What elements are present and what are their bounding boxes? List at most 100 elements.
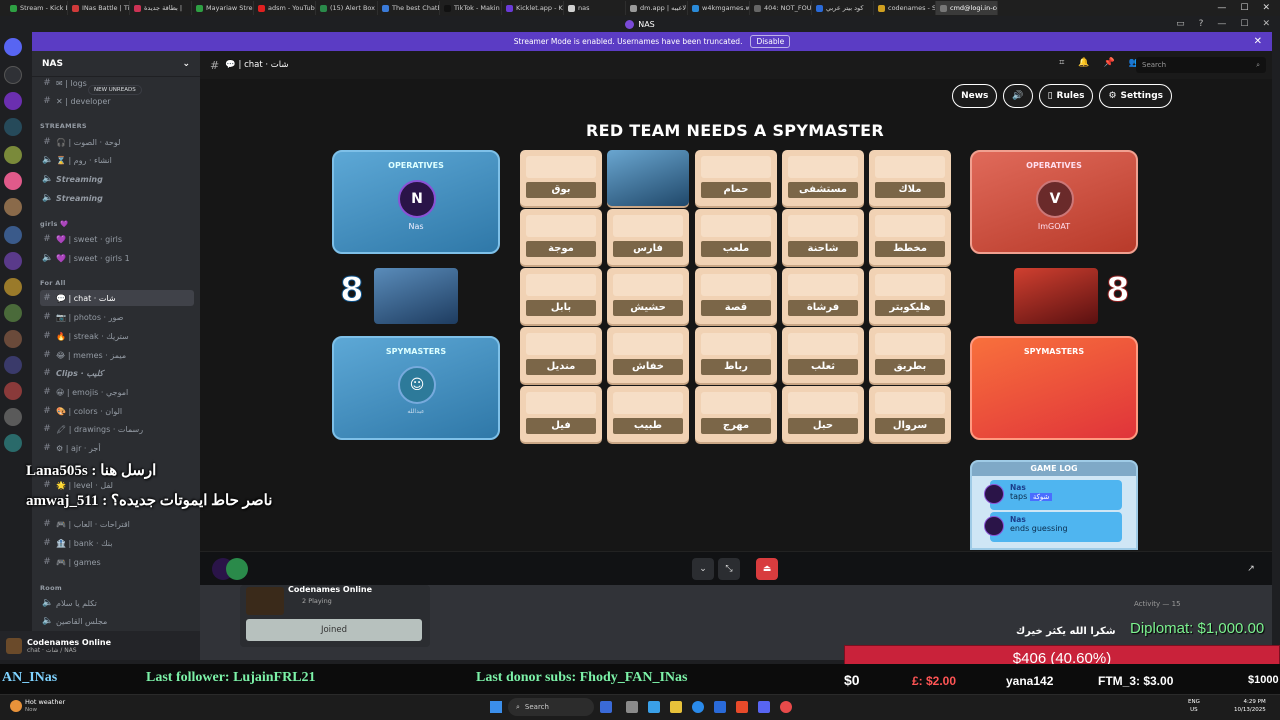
threads-icon[interactable]: ⌗: [1059, 58, 1064, 68]
channel-streak[interactable]: # 🔥 | streak · ستريك: [40, 328, 194, 344]
word-card[interactable]: منديل: [520, 327, 602, 383]
word-card[interactable]: فيل: [520, 386, 602, 442]
maximize-icon[interactable]: ☐: [1240, 19, 1248, 29]
word-card[interactable]: سروال: [869, 386, 951, 442]
channel-ajr[interactable]: # ⚙ | ajr · أجر: [40, 440, 194, 456]
search-input[interactable]: Search ⌕: [1136, 57, 1266, 73]
taskbar-app-icon[interactable]: [692, 701, 704, 713]
word-card[interactable]: مستشفى: [782, 150, 864, 206]
voice-channel[interactable]: 🔈 تكلم يا سلام: [40, 595, 194, 611]
category-streamers[interactable]: STREAMERS: [40, 122, 87, 130]
discord-home-icon[interactable]: [4, 38, 22, 56]
server-icon[interactable]: [4, 118, 22, 136]
server-icon[interactable]: [4, 198, 22, 216]
word-card[interactable]: حمام: [695, 150, 777, 206]
minimize-icon[interactable]: —: [1217, 19, 1226, 29]
channel-developer[interactable]: # ✕ | developer: [40, 93, 194, 109]
server-icon[interactable]: [4, 278, 22, 296]
maximize-button[interactable]: ☐: [1240, 3, 1248, 13]
word-card[interactable]: هليكوبتر: [869, 268, 951, 324]
blue-operatives-panel[interactable]: OPERATIVES N Nas: [332, 150, 500, 254]
word-card[interactable]: طبيب: [607, 386, 689, 442]
minimize-button[interactable]: —: [1217, 3, 1226, 13]
sound-button[interactable]: 🔊: [1003, 84, 1033, 108]
new-unreads-badge[interactable]: NEW UNREADS: [88, 85, 142, 95]
taskbar-app-icon[interactable]: [736, 701, 748, 713]
inbox-icon[interactable]: ▭: [1176, 19, 1185, 29]
word-card[interactable]: ثعلب: [782, 327, 864, 383]
browser-tab[interactable]: codenames - S: [874, 1, 936, 15]
rules-button[interactable]: ▯ Rules: [1038, 84, 1094, 108]
settings-button[interactable]: ⚙ Settings: [1099, 84, 1172, 108]
language-indicator[interactable]: ENG US: [1188, 698, 1200, 714]
browser-tab[interactable]: 404: NOT_FOU: [750, 1, 812, 15]
server-icon[interactable]: [4, 330, 22, 348]
word-card[interactable]: فارس: [607, 209, 689, 265]
server-icon[interactable]: [4, 66, 22, 84]
word-card[interactable]: مخطط: [869, 209, 951, 265]
taskbar-app-icon[interactable]: [758, 701, 770, 713]
channel-emojis[interactable]: # 😀 | emojis · اموجي: [40, 384, 194, 400]
server-icon[interactable]: [4, 146, 22, 164]
pin-icon[interactable]: 📌: [1104, 58, 1115, 68]
category-girls[interactable]: girls 💜: [40, 220, 69, 228]
server-icon[interactable]: [4, 226, 22, 244]
red-operatives-panel[interactable]: OPERATIVES V ImGOAT: [970, 150, 1138, 254]
browser-tab[interactable]: TikTok - Makin: [440, 1, 502, 15]
revealed-blue-card[interactable]: [607, 150, 689, 206]
word-card[interactable]: بوق: [520, 150, 602, 206]
taskbar-app-icon[interactable]: [600, 701, 612, 713]
word-card[interactable]: بطريق: [869, 327, 951, 383]
server-icon[interactable]: [4, 252, 22, 270]
channel-colors[interactable]: # 🎨 | colors · الوان: [40, 403, 194, 419]
windows-start-icon[interactable]: [490, 701, 502, 713]
category-for-all[interactable]: For All: [40, 279, 66, 287]
browser-tab[interactable]: nas: [564, 1, 626, 15]
taskbar-app-icon[interactable]: [670, 701, 682, 713]
clock[interactable]: 4:29 PM 10/13/2025: [1234, 698, 1266, 714]
channel-sound-board[interactable]: # 🎧 | لوحة · الصوت: [40, 134, 194, 150]
word-card[interactable]: موجة: [520, 209, 602, 265]
word-card[interactable]: حبل: [782, 386, 864, 442]
leave-activity-button[interactable]: ⏏: [756, 558, 778, 580]
news-button[interactable]: News: [952, 84, 998, 108]
channel-photos[interactable]: # 📷 | photos · صور: [40, 309, 194, 325]
word-card[interactable]: خفاش: [607, 327, 689, 383]
channel-sweet-girls[interactable]: # 💜 | sweet · girls: [40, 231, 194, 247]
close-icon[interactable]: ✕: [1254, 36, 1262, 47]
channel-games[interactable]: # 🎮 | games: [40, 554, 194, 570]
server-icon[interactable]: [4, 304, 22, 322]
browser-tab[interactable]: adsm - YouTub: [254, 1, 316, 15]
browser-tab[interactable]: Stream - Kick D: [6, 1, 68, 15]
browser-tab[interactable]: بطاقة جديدة |: [130, 1, 192, 15]
browser-tab[interactable]: Mayariaw Strea: [192, 1, 254, 15]
bell-icon[interactable]: 🔔: [1078, 58, 1089, 68]
weather-text[interactable]: Hot weather: [25, 698, 65, 706]
server-icon[interactable]: [4, 408, 22, 426]
server-icon[interactable]: [4, 434, 22, 452]
taskbar-app-icon[interactable]: [626, 701, 638, 713]
word-card[interactable]: رباط: [695, 327, 777, 383]
taskbar-search[interactable]: ⌕ Search: [508, 698, 594, 716]
popout-icon[interactable]: ↗: [1240, 558, 1262, 580]
chevron-down-icon[interactable]: ⌄: [692, 558, 714, 580]
help-icon[interactable]: ?: [1199, 19, 1204, 29]
blue-spymasters-panel[interactable]: SPYMASTERS ☺ عبدالله: [332, 336, 500, 440]
category-room[interactable]: Room: [40, 584, 62, 592]
browser-tab[interactable]: Kicklet.app - K: [502, 1, 564, 15]
word-card[interactable]: شاحنة: [782, 209, 864, 265]
browser-tab[interactable]: INas Battle | Ti: [68, 1, 130, 15]
channel-chat[interactable]: # 💬 | chat · شات: [40, 290, 194, 306]
channel-bank[interactable]: # 🏦 | bank · بنك: [40, 535, 194, 551]
word-card[interactable]: حشيش: [607, 268, 689, 324]
close-button[interactable]: ✕: [1262, 3, 1270, 13]
server-icon[interactable]: [4, 172, 22, 190]
word-card[interactable]: بابل: [520, 268, 602, 324]
browser-tab[interactable]: w4kmgames.wi: [688, 1, 750, 15]
red-spymasters-panel[interactable]: SPYMASTERS: [970, 336, 1138, 440]
channel-create-room[interactable]: 🔈 ⌛ | انشاء · روم: [40, 152, 194, 168]
server-icon[interactable]: [4, 92, 22, 110]
server-icon[interactable]: [4, 356, 22, 374]
voice-channel[interactable]: 🔈 مجلس القاصين: [40, 613, 194, 629]
browser-tab[interactable]: The best Chatb: [378, 1, 440, 15]
